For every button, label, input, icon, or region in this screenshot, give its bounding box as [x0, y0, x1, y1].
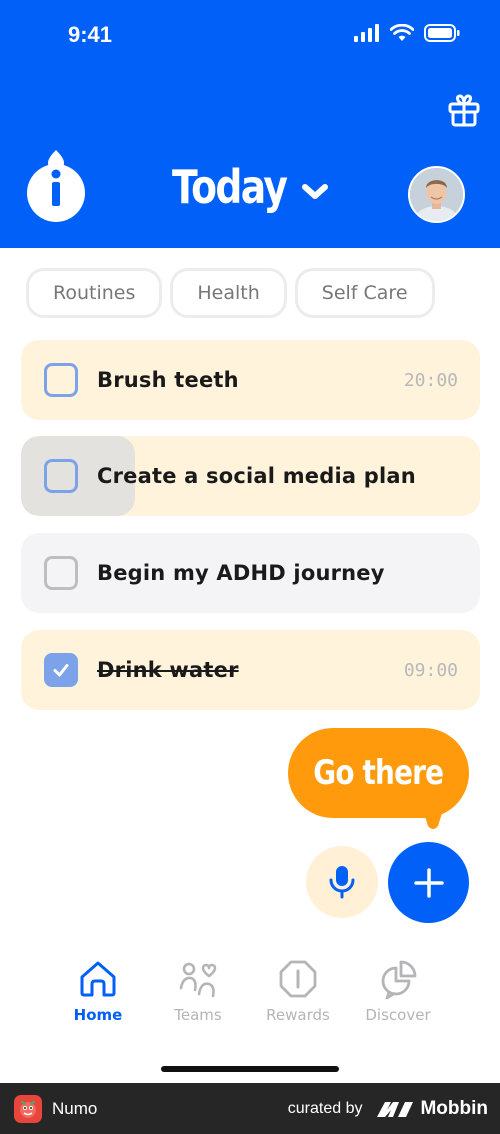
task-checkbox[interactable] [44, 459, 78, 493]
app-logo-icon [27, 150, 85, 222]
user-photo [410, 168, 463, 221]
filter-chip-routines[interactable]: Routines [26, 268, 163, 318]
plus-icon [413, 867, 444, 898]
microphone-icon [329, 866, 355, 899]
nav-label: Rewards [266, 1006, 330, 1024]
nav-label: Discover [365, 1006, 431, 1024]
add-task-button[interactable] [388, 842, 469, 923]
task-item[interactable]: Brush teeth 20:00 [21, 340, 480, 420]
nav-item-teams[interactable]: Teams [148, 958, 248, 1024]
mobbin-logo-icon [377, 1101, 414, 1117]
brand-name: Mobbin [420, 1097, 488, 1119]
tooltip-label: Go there [313, 753, 445, 793]
task-label: Drink water [97, 658, 239, 682]
task-time: 09:00 [403, 659, 458, 681]
signal-icon [354, 24, 379, 42]
home-icon [80, 961, 116, 997]
voice-input-button[interactable] [306, 846, 378, 918]
filter-chips: Routines Health Self Care [26, 268, 435, 318]
filter-chip-health[interactable]: Health [170, 268, 287, 318]
checkmark-icon [53, 664, 69, 677]
rewards-icon [279, 960, 317, 998]
avatar[interactable] [408, 166, 465, 223]
task-label: Brush teeth [97, 368, 239, 392]
task-item[interactable]: Create a social media plan [21, 436, 480, 516]
task-checkbox[interactable] [44, 363, 78, 397]
status-icons [354, 24, 460, 42]
nav-item-home[interactable]: Home [48, 958, 148, 1024]
nav-label: Home [73, 1006, 123, 1024]
chevron-down-icon [302, 184, 328, 199]
attribution-bar: Numo curated by Mobbin [0, 1083, 500, 1134]
task-checkbox[interactable] [44, 556, 78, 590]
header: 9:41 Today [0, 0, 500, 248]
task-item[interactable]: Drink water 09:00 [21, 630, 480, 710]
nav-label: Teams [174, 1006, 222, 1024]
app-name: Numo [52, 1098, 98, 1118]
page-title: Today [172, 160, 288, 214]
curated-by-label: curated by [287, 1099, 363, 1117]
nav-item-rewards[interactable]: Rewards [248, 958, 348, 1024]
gift-icon[interactable] [446, 92, 482, 128]
task-label: Create a social media plan [97, 464, 416, 488]
task-checkbox-checked[interactable] [44, 653, 78, 687]
task-label: Begin my ADHD journey [97, 561, 385, 585]
filter-chip-self-care[interactable]: Self Care [294, 268, 435, 318]
task-item[interactable]: Begin my ADHD journey [21, 533, 480, 613]
tooltip-tail [420, 800, 446, 829]
battery-icon [424, 24, 460, 42]
date-selector[interactable]: Today [172, 160, 330, 214]
task-time: 20:00 [403, 369, 458, 391]
status-time: 9:41 [68, 22, 113, 47]
teams-icon [179, 962, 217, 998]
wifi-icon [390, 24, 414, 41]
numo-logo-icon [20, 1100, 36, 1118]
numo-app-icon [14, 1094, 42, 1123]
home-indicator [161, 1066, 339, 1072]
nav-item-discover[interactable]: Discover [348, 958, 448, 1024]
discover-icon [381, 960, 417, 1000]
bottom-nav: Home Teams Rewards Discover [48, 958, 448, 1024]
